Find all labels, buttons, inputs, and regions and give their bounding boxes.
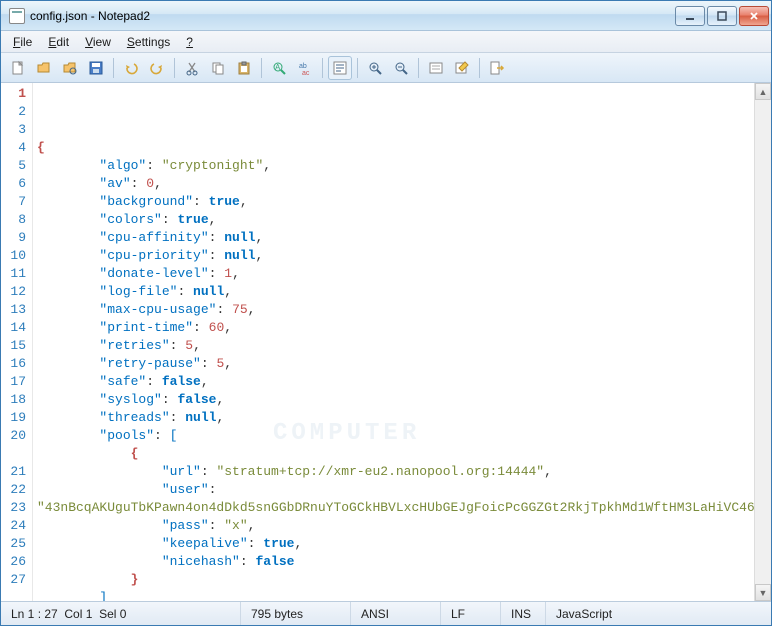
status-position[interactable]: Ln 1 : 27 Col 1 Sel 0 <box>1 602 241 625</box>
status-ln: Ln 1 : 27 <box>11 607 58 621</box>
browse-button[interactable] <box>58 56 82 80</box>
statusbar: Ln 1 : 27 Col 1 Sel 0 795 bytes ANSI LF … <box>1 601 771 625</box>
status-encoding[interactable]: ANSI <box>351 602 441 625</box>
menu-help[interactable]: ? <box>178 33 201 51</box>
scheme-button[interactable] <box>424 56 448 80</box>
toolbar-separator <box>113 58 114 78</box>
menu-edit[interactable]: Edit <box>40 33 77 51</box>
titlebar[interactable]: config.json - Notepad2 <box>1 1 771 31</box>
app-window: config.json - Notepad2 File Edit View Se… <box>0 0 772 626</box>
vertical-scrollbar[interactable]: ▲ ▼ <box>754 83 771 601</box>
zoom-in-button[interactable] <box>363 56 387 80</box>
status-language[interactable]: JavaScript <box>546 602 771 625</box>
window-buttons <box>675 6 769 26</box>
customize-button[interactable] <box>450 56 474 80</box>
exit-button[interactable] <box>485 56 509 80</box>
undo-button[interactable] <box>119 56 143 80</box>
toolbar-separator <box>261 58 262 78</box>
menu-settings[interactable]: Settings <box>119 33 178 51</box>
minimize-button[interactable] <box>675 6 705 26</box>
svg-text:A: A <box>275 63 281 72</box>
window-title: config.json - Notepad2 <box>30 9 675 23</box>
status-ins[interactable]: INS <box>501 602 546 625</box>
app-icon <box>9 8 25 24</box>
copy-button[interactable] <box>206 56 230 80</box>
status-sel: Sel 0 <box>99 607 126 621</box>
scroll-up-button[interactable]: ▲ <box>755 83 771 100</box>
scroll-down-button[interactable]: ▼ <box>755 584 771 601</box>
menubar: File Edit View Settings ? <box>1 31 771 53</box>
save-button[interactable] <box>84 56 108 80</box>
wordwrap-button[interactable] <box>328 56 352 80</box>
replace-button[interactable]: abac <box>293 56 317 80</box>
toolbar-separator <box>322 58 323 78</box>
redo-button[interactable] <box>145 56 169 80</box>
code-view[interactable]: COMPUTER { "algo": "cryptonight", "av": … <box>33 83 754 601</box>
status-bytes[interactable]: 795 bytes <box>241 602 351 625</box>
menu-file[interactable]: File <box>5 33 40 51</box>
toolbar-separator <box>174 58 175 78</box>
toolbar-separator <box>418 58 419 78</box>
maximize-button[interactable] <box>707 6 737 26</box>
toolbar-separator <box>357 58 358 78</box>
svg-text:ac: ac <box>302 70 310 76</box>
toolbar-separator <box>479 58 480 78</box>
editor-area[interactable]: 1234567891011121314151617181920 21222324… <box>1 83 771 601</box>
paste-button[interactable] <box>232 56 256 80</box>
find-button[interactable]: ︎A <box>267 56 291 80</box>
line-gutter: 1234567891011121314151617181920 21222324… <box>1 83 33 601</box>
status-col: Col 1 <box>64 607 92 621</box>
close-button[interactable] <box>739 6 769 26</box>
scroll-track[interactable] <box>755 100 771 584</box>
zoom-out-button[interactable] <box>389 56 413 80</box>
svg-text:ab: ab <box>299 63 307 70</box>
cut-button[interactable] <box>180 56 204 80</box>
new-file-button[interactable] <box>6 56 30 80</box>
status-eol[interactable]: LF <box>441 602 501 625</box>
menu-view[interactable]: View <box>77 33 119 51</box>
toolbar: ︎A abac <box>1 53 771 83</box>
open-file-button[interactable] <box>32 56 56 80</box>
